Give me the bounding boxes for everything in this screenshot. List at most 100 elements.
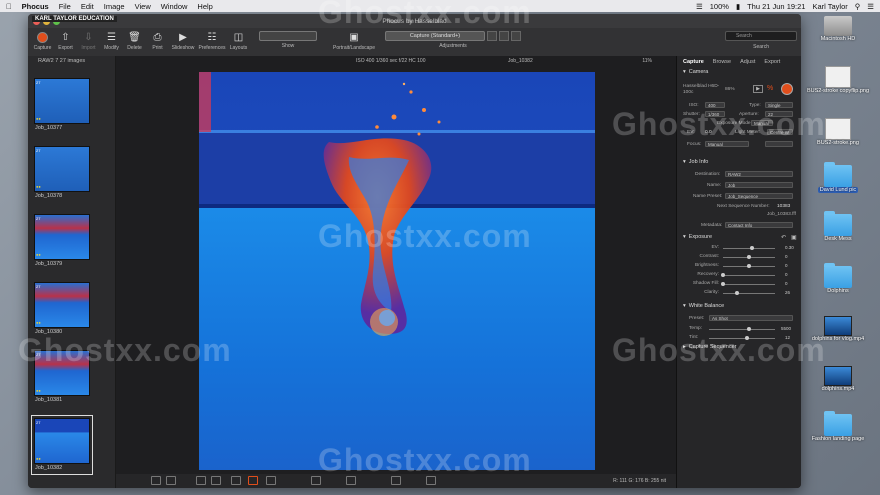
menu-view[interactable]: View xyxy=(135,2,151,11)
filmstrip-thumbnail[interactable]: 27 ●● Job_10377 xyxy=(34,78,90,132)
desktop-item-dolphins-vlog[interactable]: dolphins for vlog.mp4 xyxy=(802,316,874,342)
focus-adjust-control[interactable] xyxy=(765,141,793,147)
tab-browse[interactable]: Browse xyxy=(713,59,731,65)
desktop-item-bus2-copyflip[interactable]: BUS2-stroke copyflip.png xyxy=(802,66,874,94)
filmstrip-thumbnail[interactable]: 27 ●● Job_10379 xyxy=(34,214,90,268)
user-name[interactable]: Karl Taylor xyxy=(812,2,847,11)
overlay-tool-icon[interactable] xyxy=(311,476,321,485)
search-input[interactable]: Search xyxy=(725,31,797,41)
temp-slider-knob[interactable] xyxy=(747,327,751,331)
zoom-level[interactable]: 11% xyxy=(642,58,652,64)
desktop-item-desk-mess[interactable]: Desk Mess xyxy=(802,211,874,242)
exposure-toggle-icon[interactable]: ▣ xyxy=(791,234,797,241)
tab-capture[interactable]: Capture xyxy=(683,59,704,65)
battery-icon[interactable]: ▮ xyxy=(736,2,740,11)
capture-remote-icon[interactable] xyxy=(781,83,793,95)
tint-slider[interactable] xyxy=(709,338,775,339)
delete-button[interactable]: 🗑 Delete xyxy=(124,31,145,52)
exposure-slider-track[interactable] xyxy=(723,284,775,285)
eyedropper-tool-icon[interactable] xyxy=(231,476,241,485)
apple-icon[interactable]:  xyxy=(6,2,12,11)
exposure-slider-track[interactable] xyxy=(723,275,775,276)
hand-tool-icon[interactable] xyxy=(266,476,276,485)
name-preset-select[interactable]: Job_Sequence xyxy=(725,193,793,199)
tint-slider-knob[interactable] xyxy=(745,336,749,340)
filmstrip-thumbnail[interactable]: 27 ●● Job_10378 xyxy=(34,146,90,200)
crop-tool-icon[interactable] xyxy=(196,476,206,485)
export-button[interactable]: ⇧ Export xyxy=(55,31,76,52)
adjust-reset-icon[interactable] xyxy=(510,31,521,41)
exposure-slider-knob[interactable] xyxy=(747,255,751,259)
iso-select[interactable]: 400 xyxy=(705,102,725,108)
desktop-item-david-lund[interactable]: David Lund pic xyxy=(802,162,874,193)
temp-slider[interactable] xyxy=(709,329,775,330)
aperture-select[interactable]: 22 xyxy=(765,111,793,117)
slideshow-button[interactable]: ▶ Slideshow xyxy=(170,31,196,52)
shutter-select[interactable]: 1/360 xyxy=(705,111,725,117)
adjust-copy-icon[interactable] xyxy=(486,31,497,41)
loupe-tool-icon[interactable] xyxy=(248,476,258,485)
compare-view-icon[interactable] xyxy=(166,476,176,485)
menu-image[interactable]: Image xyxy=(104,2,125,11)
clock[interactable]: Thu 21 Jun 19:21 xyxy=(747,2,805,11)
destination-select[interactable]: RAW2 xyxy=(725,171,793,177)
desktop-item-bus2[interactable]: BUS2-stroke.png xyxy=(802,118,874,146)
live-view-icon[interactable]: ▶ xyxy=(753,85,763,93)
filmstrip-thumbnail[interactable]: 27 ●● Job_10382 xyxy=(31,415,93,475)
exposure-section-header[interactable]: ▾ Exposure xyxy=(677,232,718,242)
desktop-item-dolphins[interactable]: Dolphins xyxy=(802,263,874,294)
capture-button[interactable]: Capture xyxy=(32,31,53,51)
white-balance-section-header[interactable]: ▾ White Balance xyxy=(677,301,730,311)
exposure-slider-knob[interactable] xyxy=(749,246,754,250)
menu-edit[interactable]: Edit xyxy=(81,2,94,11)
previous-image-icon[interactable] xyxy=(391,476,401,485)
next-image-icon[interactable] xyxy=(426,476,436,485)
exposure-slider-knob[interactable] xyxy=(721,273,725,277)
desktop-item-macintosh-hd[interactable]: Macintosh HD xyxy=(802,16,874,42)
exposure-mode-select[interactable]: Manual xyxy=(751,120,773,126)
capture-sequencer-section-header[interactable]: ▸ Capture Sequencer xyxy=(677,342,742,352)
menu-file[interactable]: File xyxy=(59,2,71,11)
percent-icon[interactable]: % xyxy=(767,85,773,92)
notification-icon[interactable]: ☰ xyxy=(867,2,874,11)
job-info-section-header[interactable]: ▾ Job Info xyxy=(677,157,714,167)
preferences-button[interactable]: ☷ Preferences xyxy=(198,31,226,52)
filmstrip-thumbnail[interactable]: 27 ●● Job_10380 xyxy=(34,282,90,336)
print-button[interactable]: ⎙ Print xyxy=(147,31,168,52)
camera-section-header[interactable]: ▾ Camera xyxy=(677,67,801,77)
exposure-slider-track[interactable] xyxy=(723,248,775,249)
main-photo[interactable] xyxy=(199,72,595,470)
next-sequence-number[interactable]: 10383 xyxy=(777,204,790,209)
portrait-landscape-button[interactable]: ▣ Portrait/Landscape xyxy=(333,31,375,52)
show-mode-selector[interactable] xyxy=(259,31,317,41)
tab-adjust[interactable]: Adjust xyxy=(740,59,755,65)
job-name-input[interactable]: Job xyxy=(725,182,793,188)
grid-tool-icon[interactable] xyxy=(346,476,356,485)
import-button[interactable]: ⇩ Import xyxy=(78,31,99,52)
menu-window[interactable]: Window xyxy=(161,2,188,11)
type-select[interactable]: Single xyxy=(765,102,793,108)
light-meter-select[interactable]: Centre W xyxy=(767,129,793,135)
exposure-slider-knob[interactable] xyxy=(734,291,739,295)
straighten-tool-icon[interactable] xyxy=(211,476,221,485)
exposure-slider-knob[interactable] xyxy=(747,264,751,268)
focus-select[interactable]: Manual xyxy=(705,141,749,147)
filmstrip-thumbnail[interactable]: 27 ●● Job_10381 xyxy=(34,350,90,404)
adjustments-preset-select[interactable]: Capture (Standard+) xyxy=(384,31,485,41)
wb-preset-select[interactable]: As Shot xyxy=(709,315,793,321)
battery-percent[interactable]: 100% xyxy=(710,2,729,11)
desktop-item-dolphins-mp4[interactable]: dolphins.mp4 xyxy=(802,366,874,392)
modify-button[interactable]: ☰ Modify xyxy=(101,31,122,52)
exposure-reset-icon[interactable]: ↶ xyxy=(781,234,786,241)
desktop-item-fashion[interactable]: Fashion landing page xyxy=(802,411,874,442)
menu-help[interactable]: Help xyxy=(197,2,212,11)
ev-value[interactable]: 0.0 xyxy=(705,130,712,135)
exposure-slider-knob[interactable] xyxy=(721,282,725,286)
adjust-undo-icon[interactable] xyxy=(498,31,509,41)
wifi-icon[interactable]: ☰ xyxy=(696,2,703,11)
single-view-icon[interactable] xyxy=(151,476,161,485)
search-spotlight-icon[interactable]: ⚲ xyxy=(855,2,861,11)
metadata-select[interactable]: Contact Info xyxy=(725,222,793,228)
layouts-button[interactable]: ◫ Layouts xyxy=(228,31,249,52)
exposure-slider-track[interactable] xyxy=(723,293,775,294)
